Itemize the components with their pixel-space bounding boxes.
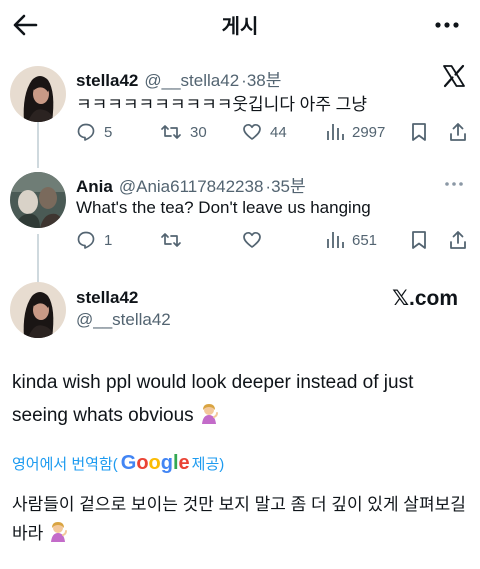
thread-connector — [37, 122, 39, 168]
tweet-actions: 1 651 — [76, 228, 466, 252]
reply-icon — [77, 231, 95, 249]
woman-tipping-hand-emoji — [200, 402, 218, 424]
heart-icon — [243, 123, 261, 140]
author-handle[interactable]: @__stella42 — [144, 71, 239, 90]
translation-provider-suffix: 제공) — [191, 456, 225, 473]
google-logo: Google — [120, 452, 190, 474]
like-count: 44 — [270, 123, 287, 141]
avatar[interactable] — [10, 66, 66, 122]
views-button[interactable]: 651 — [326, 228, 377, 252]
bookmark-icon — [412, 231, 426, 249]
translated-text: 사람들이 겉으로 보이는 것만 보지 말고 좀 더 깊이 있게 살펴보길 바라 — [12, 490, 472, 548]
avatar[interactable] — [10, 172, 66, 228]
more-button[interactable] — [432, 12, 462, 38]
views-bar-icon — [327, 124, 344, 140]
tweet-actions: 5 30 44 2997 — [76, 120, 466, 144]
views-button[interactable]: 2997 — [326, 120, 385, 144]
bookmark-button[interactable] — [410, 228, 428, 252]
page-title: 게시 — [221, 16, 259, 38]
retweet-button[interactable] — [160, 228, 190, 252]
retweet-icon — [161, 125, 181, 139]
tweet-text: ㅋㅋㅋㅋㅋㅋㅋㅋㅋㅋ웃깁니다 아주 그냥 — [76, 95, 367, 114]
translation-note[interactable]: 영어에서 번역함( Google 제공) — [12, 452, 224, 475]
reply-icon — [77, 123, 95, 141]
bookmark-icon — [412, 123, 426, 141]
reply-count: 1 — [104, 231, 113, 249]
translated-text-content: 사람들이 겉으로 보이는 것만 보지 말고 좀 더 깊이 있게 살펴보길 바라 — [12, 495, 466, 543]
x-logo-icon — [442, 64, 466, 88]
author-name[interactable]: stella42 — [76, 71, 138, 90]
views-bar-icon — [327, 232, 344, 248]
x-com-brand: 𝕏.com — [392, 287, 458, 310]
views-count: 2997 — [352, 123, 386, 141]
avatar[interactable] — [10, 282, 66, 338]
more-horizontal-icon — [435, 22, 459, 28]
top-bar: 게시 — [0, 0, 480, 50]
reply-count: 5 — [104, 123, 113, 141]
author-handle[interactable]: @Ania6117842238 — [119, 177, 264, 196]
like-button[interactable] — [242, 228, 270, 252]
tweet-header: Ania @Ania6117842238·35분 — [76, 172, 306, 197]
views-count: 651 — [352, 231, 378, 249]
more-horizontal-icon — [445, 182, 463, 186]
reply-button[interactable]: 1 — [76, 228, 112, 252]
share-button[interactable] — [448, 228, 468, 252]
reply-button[interactable]: 5 — [76, 120, 112, 144]
like-button[interactable]: 44 — [242, 120, 287, 144]
tweet-more-button[interactable] — [442, 176, 466, 186]
timestamp[interactable]: ·38분 — [241, 71, 281, 90]
author-handle[interactable]: @__stella42 — [76, 310, 171, 330]
timestamp[interactable]: ·35분 — [265, 177, 305, 196]
heart-icon — [243, 231, 261, 248]
share-button[interactable] — [448, 120, 468, 144]
thread-connector — [37, 234, 39, 282]
tweet-text: What's the tea? Don't leave us hanging — [76, 198, 371, 217]
retweet-count: 30 — [190, 123, 207, 141]
translation-label: 영어에서 번역함( — [12, 456, 118, 473]
author-name[interactable]: stella42 — [76, 288, 138, 308]
woman-tipping-hand-emoji — [49, 522, 68, 542]
retweet-icon — [161, 233, 181, 247]
share-icon — [450, 231, 466, 249]
tweet-header: stella42 @__stella42·38분 — [76, 66, 281, 91]
bookmark-button[interactable] — [410, 120, 428, 144]
retweet-button[interactable]: 30 — [160, 120, 207, 144]
author-name[interactable]: Ania — [76, 177, 113, 196]
post-text: kinda wish ppl would look deeper instead… — [12, 366, 472, 432]
share-icon — [450, 123, 466, 141]
